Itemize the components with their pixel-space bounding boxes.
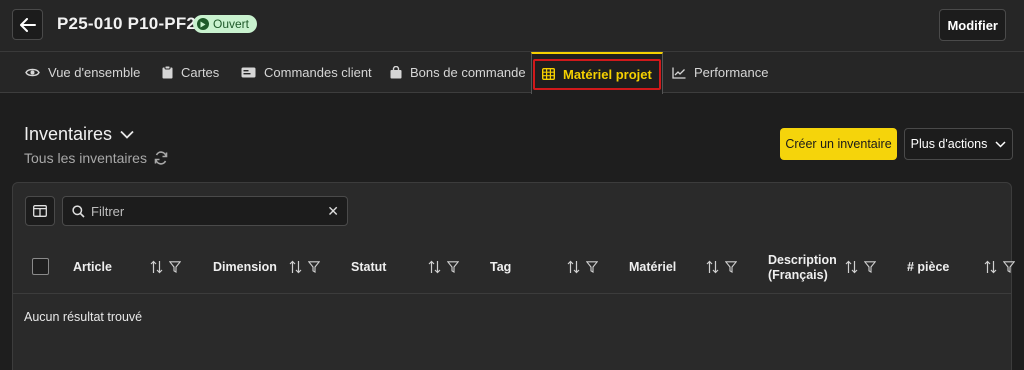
search-icon bbox=[72, 204, 85, 218]
column-visibility-button[interactable] bbox=[25, 196, 55, 226]
column-tools-dimension bbox=[289, 260, 321, 277]
line-chart-icon bbox=[672, 67, 686, 79]
column-title: # pièce bbox=[907, 260, 950, 274]
top-bar: P25-010 P10-PF2 Ouvert Modifier bbox=[0, 0, 1024, 52]
more-actions-button[interactable]: Plus d'actions bbox=[904, 128, 1013, 160]
refresh-icon[interactable] bbox=[154, 151, 168, 165]
column-title: Statut bbox=[351, 260, 387, 274]
section-title: Inventaires bbox=[24, 124, 113, 144]
tab-performance[interactable]: Performance bbox=[672, 52, 768, 93]
column-header-article[interactable]: Article bbox=[73, 241, 112, 294]
clear-filter-icon[interactable]: ✕ bbox=[327, 203, 339, 220]
tab-label: Performance bbox=[694, 65, 769, 80]
tab-label: Bons de commande bbox=[410, 65, 526, 80]
sort-icon[interactable] bbox=[289, 260, 302, 277]
column-title-language: (Français) bbox=[768, 267, 828, 282]
table-header: Article Dimension Statut Tag Matériel De… bbox=[13, 241, 1016, 294]
column-tools-status bbox=[428, 260, 460, 277]
back-button[interactable] bbox=[12, 9, 43, 40]
status-label: Ouvert bbox=[213, 17, 250, 31]
grid-table-icon bbox=[542, 68, 555, 80]
select-all-checkbox[interactable] bbox=[32, 258, 49, 275]
column-header-tag[interactable]: Tag bbox=[490, 241, 511, 294]
tab-purchase-orders[interactable]: Bons de commande bbox=[390, 52, 526, 93]
filter-icon[interactable] bbox=[1002, 261, 1016, 276]
column-title: Description bbox=[768, 252, 837, 267]
create-inventory-button[interactable]: Créer un inventaire bbox=[780, 128, 897, 160]
tab-cards[interactable]: Cartes bbox=[162, 52, 219, 93]
column-header-dimension[interactable]: Dimension bbox=[213, 241, 277, 294]
column-tools-tag bbox=[567, 260, 599, 277]
column-title: Article bbox=[73, 260, 112, 274]
tab-project-material[interactable]: Matériel projet bbox=[531, 52, 663, 94]
column-title: Dimension bbox=[213, 260, 277, 274]
inventory-selector[interactable]: Inventaires bbox=[24, 124, 134, 145]
filter-icon[interactable] bbox=[168, 261, 182, 276]
empty-state-message: Aucun résultat trouvé bbox=[24, 310, 143, 324]
sort-icon[interactable] bbox=[428, 260, 441, 277]
filter-field[interactable]: ✕ bbox=[62, 196, 348, 226]
tab-overview[interactable]: Vue d'ensemble bbox=[25, 52, 140, 93]
eye-icon bbox=[25, 68, 40, 77]
filter-icon[interactable] bbox=[446, 261, 460, 276]
play-icon bbox=[197, 18, 209, 30]
column-tools-description bbox=[845, 260, 877, 277]
column-header-piece-number[interactable]: # pièce bbox=[907, 241, 949, 294]
column-tools-piece-number bbox=[984, 260, 1016, 277]
filter-icon[interactable] bbox=[863, 261, 877, 276]
id-card-icon bbox=[241, 67, 256, 78]
filter-icon[interactable] bbox=[307, 261, 321, 276]
tab-label: Matériel projet bbox=[563, 66, 652, 82]
column-tools-article bbox=[150, 260, 182, 277]
column-header-description[interactable]: Description (Français) bbox=[768, 241, 837, 294]
subtitle-label: Tous les inventaires bbox=[24, 150, 147, 166]
chevron-down-icon bbox=[120, 130, 134, 139]
sort-icon[interactable] bbox=[984, 260, 997, 277]
sort-icon[interactable] bbox=[706, 260, 719, 277]
inventory-table-panel: ✕ Article Dimension Statut Tag bbox=[12, 182, 1016, 370]
filter-icon[interactable] bbox=[585, 261, 599, 276]
edit-button[interactable]: Modifier bbox=[939, 9, 1006, 41]
tab-label: Commandes client bbox=[264, 65, 372, 80]
column-tools-material bbox=[706, 260, 738, 277]
page-title: P25-010 P10-PF2 bbox=[57, 14, 197, 33]
columns-icon bbox=[33, 205, 47, 217]
tab-bar: Vue d'ensemble Cartes Commandes client B… bbox=[0, 52, 1024, 94]
arrow-left-icon bbox=[19, 17, 36, 32]
column-header-status[interactable]: Statut bbox=[351, 241, 386, 294]
tab-customer-orders[interactable]: Commandes client bbox=[241, 52, 372, 93]
more-actions-label: Plus d'actions bbox=[910, 137, 988, 151]
section-subtitle: Tous les inventaires bbox=[24, 150, 168, 166]
filter-input[interactable] bbox=[91, 203, 321, 219]
tab-label: Vue d'ensemble bbox=[48, 65, 141, 80]
status-badge: Ouvert bbox=[193, 15, 258, 33]
tab-label: Cartes bbox=[181, 65, 220, 80]
column-title: Tag bbox=[490, 260, 512, 274]
chevron-down-icon bbox=[995, 140, 1006, 148]
shopping-bag-icon bbox=[390, 66, 402, 79]
filter-icon[interactable] bbox=[724, 261, 738, 276]
sort-icon[interactable] bbox=[845, 260, 858, 277]
column-header-material[interactable]: Matériel bbox=[629, 241, 676, 294]
sort-icon[interactable] bbox=[150, 260, 163, 277]
sort-icon[interactable] bbox=[567, 260, 580, 277]
clipboard-icon bbox=[162, 66, 173, 79]
column-title: Matériel bbox=[629, 260, 677, 274]
